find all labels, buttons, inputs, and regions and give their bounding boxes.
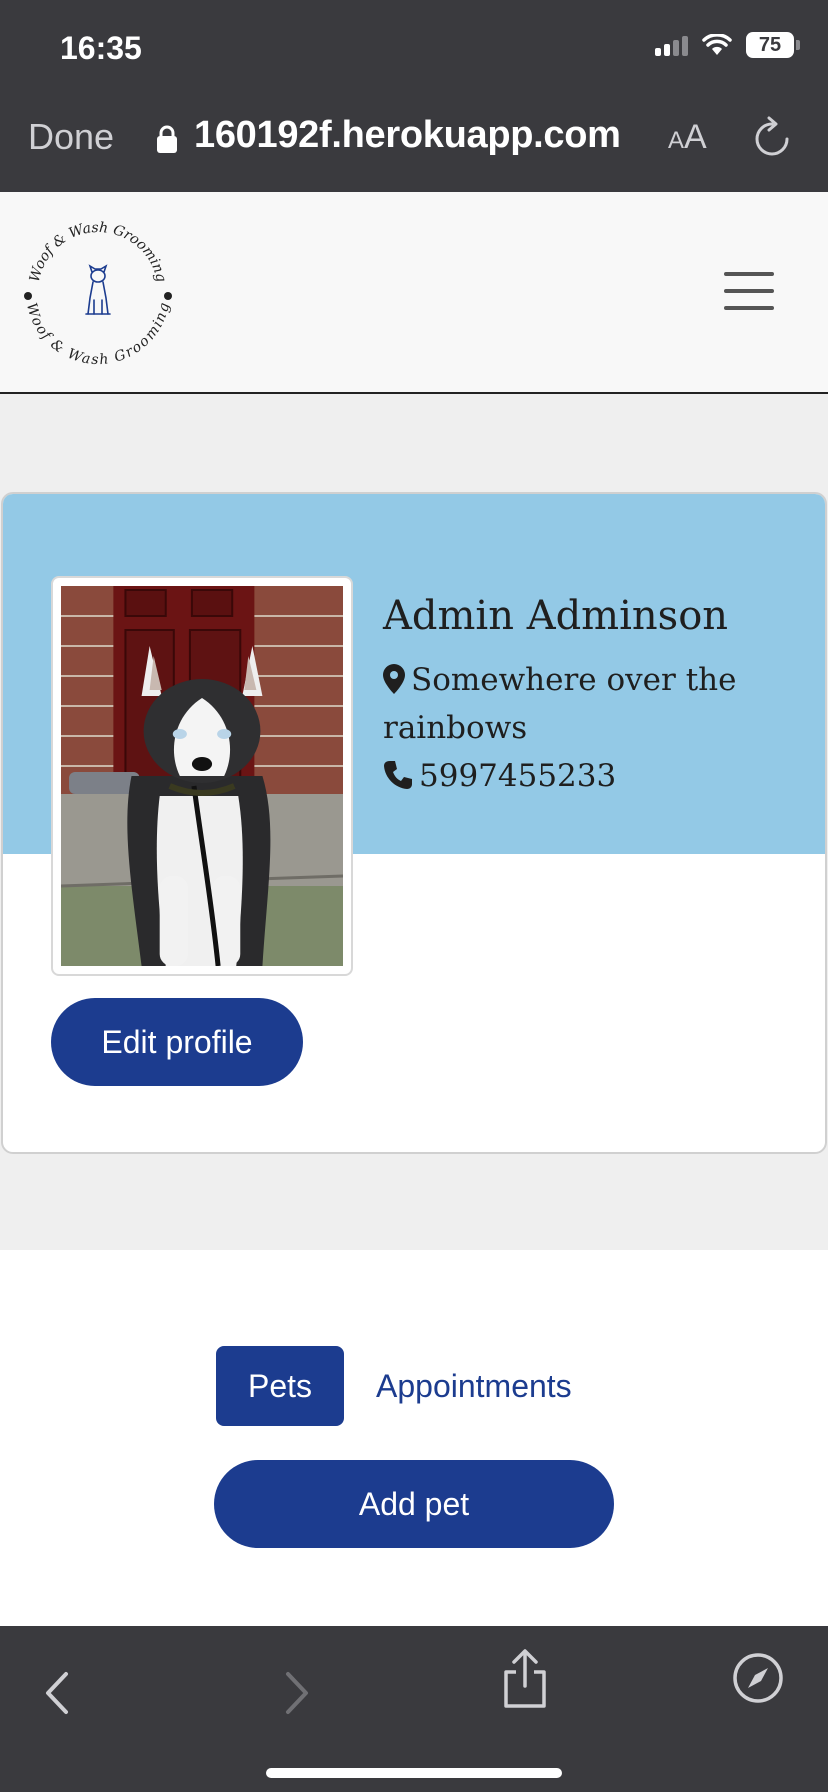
url-text[interactable]: 160192f.herokuapp.com — [194, 114, 621, 157]
profile-phone-text: 5997455233 — [419, 758, 617, 794]
home-indicator — [266, 1768, 562, 1778]
profile-card: Admin Adminson Somewhere over the rainbo… — [1, 492, 827, 1154]
profile-photo-frame — [51, 576, 353, 976]
status-time: 16:35 — [60, 30, 142, 66]
site-navbar: Woof & Wash Grooming Woof & Wash Groomin… — [0, 192, 828, 394]
add-pet-button[interactable]: Add pet — [214, 1460, 614, 1548]
pets-appointments-section: Pets Appointments Add pet — [0, 1250, 828, 1626]
cellular-signal-icon — [655, 34, 688, 56]
lock-icon — [157, 125, 177, 153]
forward-chevron-icon[interactable] — [278, 1666, 314, 1720]
done-button[interactable]: Done — [28, 116, 114, 158]
edit-profile-button[interactable]: Edit profile — [51, 998, 303, 1086]
profile-phone: 5997455233 — [383, 752, 803, 800]
browser-url-bar: Done 160192f.herokuapp.com AA — [0, 100, 828, 192]
battery-icon: 75 — [746, 32, 800, 58]
status-bar: 16:35 75 — [0, 0, 828, 100]
status-icons: 75 — [655, 32, 800, 58]
profile-location: Somewhere over the rainbows — [383, 656, 803, 752]
profile-location-text: Somewhere over the rainbows — [383, 662, 737, 746]
svg-text:Woof & Wash Grooming: Woof & Wash Grooming — [27, 220, 169, 284]
hamburger-menu-icon[interactable] — [724, 272, 774, 310]
profile-name: Admin Adminson — [383, 593, 729, 639]
compass-icon[interactable] — [732, 1652, 784, 1704]
woof-wash-logo[interactable]: Woof & Wash Grooming Woof & Wash Groomin… — [20, 214, 176, 370]
husky-profile-photo — [61, 586, 343, 966]
share-icon[interactable] — [502, 1648, 548, 1710]
map-marker-icon — [383, 664, 405, 694]
tab-pets[interactable]: Pets — [216, 1346, 344, 1426]
reload-icon[interactable] — [752, 116, 792, 160]
wifi-icon — [702, 34, 732, 55]
svg-text:Woof & Wash Grooming: Woof & Wash Grooming — [23, 301, 173, 368]
browser-bottom-toolbar — [0, 1626, 828, 1792]
tab-appointments[interactable]: Appointments — [376, 1346, 572, 1426]
phone-icon — [384, 761, 412, 789]
text-size-button[interactable]: AA — [668, 118, 707, 157]
back-chevron-icon[interactable] — [40, 1666, 76, 1720]
profile-info: Admin Adminson Somewhere over the rainbo… — [383, 590, 803, 800]
